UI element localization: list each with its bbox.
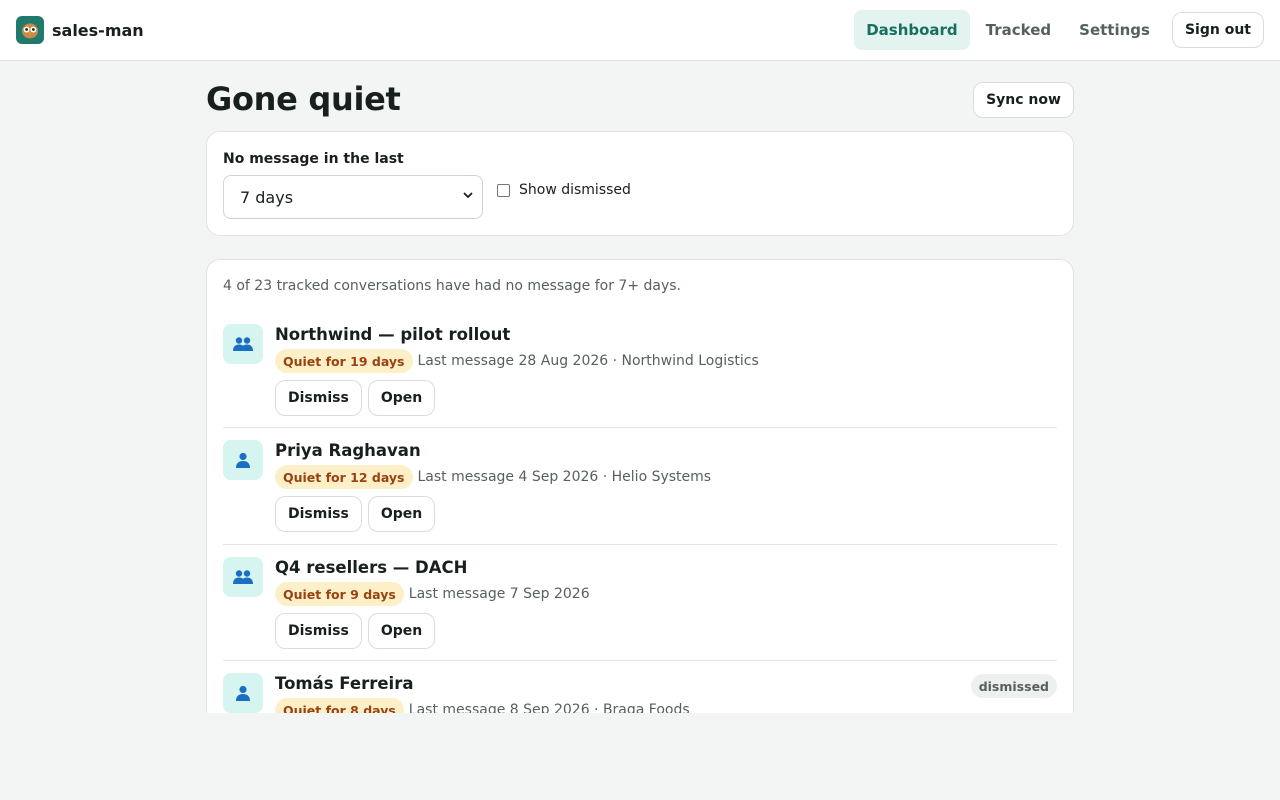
conversation-meta: Quiet for 12 days Last message 4 Sep 202… <box>275 465 711 489</box>
owl-icon <box>16 16 44 44</box>
last-message-text: Last message 28 Aug 2026 · Northwind Log… <box>417 353 759 369</box>
show-dismissed-label: Show dismissed <box>519 182 631 198</box>
row-actions: Dismiss Open <box>275 380 441 416</box>
period-select[interactable]: 7 days <box>223 175 483 219</box>
person-icon <box>223 440 263 480</box>
dismissed-badge: dismissed <box>970 674 1057 698</box>
quiet-badge: Quiet for 8 days <box>275 698 404 713</box>
quiet-badge: Quiet for 9 days <box>275 582 404 606</box>
quiet-badge: Quiet for 19 days <box>275 349 413 373</box>
period-select-value: 7 days <box>240 187 294 207</box>
page-title: Gone quiet <box>206 80 401 118</box>
nav-settings[interactable]: Settings <box>1067 10 1162 50</box>
open-button[interactable]: Open <box>367 496 436 532</box>
list-item: Q4 resellers — DACH Quiet for 9 days Las… <box>223 557 1057 657</box>
conversation-title[interactable]: Tomás Ferreira <box>275 674 413 693</box>
group-icon <box>223 324 263 364</box>
conversation-title[interactable]: Q4 resellers — DACH <box>275 558 467 577</box>
row-divider <box>223 544 1057 545</box>
filter-card: No message in the last 7 days Show dismi… <box>206 131 1074 236</box>
show-dismissed-checkbox[interactable] <box>497 183 510 197</box>
row-actions: Dismiss Open <box>275 613 441 649</box>
group-icon <box>223 557 263 597</box>
brand[interactable]: sales-man <box>16 16 144 44</box>
show-dismissed-toggle[interactable]: Show dismissed <box>497 182 631 198</box>
nav-tracked[interactable]: Tracked <box>974 10 1063 50</box>
row-divider <box>223 427 1057 428</box>
list-item: Priya Raghavan Quiet for 12 days Last me… <box>223 440 1057 540</box>
row-divider <box>223 660 1057 661</box>
conversation-title[interactable]: Northwind — pilot rollout <box>275 325 510 344</box>
sign-out-button[interactable]: Sign out <box>1171 12 1264 48</box>
top-bar: sales-man Dashboard Tracked Settings Sig… <box>0 0 1280 61</box>
open-button[interactable]: Open <box>367 613 436 649</box>
last-message-text: Last message 4 Sep 2026 · Helio Systems <box>417 469 712 485</box>
conversation-title[interactable]: Priya Raghavan <box>275 441 421 460</box>
conversation-meta: Quiet for 8 days Last message 8 Sep 2026… <box>275 698 690 713</box>
conversation-list: 4 of 23 tracked conversations have had n… <box>206 259 1074 713</box>
quiet-badge: Quiet for 12 days <box>275 465 413 489</box>
list-item: Northwind — pilot rollout Quiet for 19 d… <box>223 324 1057 424</box>
dismiss-button[interactable]: Dismiss <box>275 613 362 649</box>
conversation-meta: Quiet for 19 days Last message 28 Aug 20… <box>275 349 759 373</box>
list-summary: 4 of 23 tracked conversations have had n… <box>223 278 682 294</box>
last-message-text: Last message 7 Sep 2026 <box>408 586 590 602</box>
chevron-down-icon <box>463 192 473 198</box>
period-label: No message in the last <box>223 151 404 167</box>
dismiss-button[interactable]: Dismiss <box>275 496 362 532</box>
list-item: Tomás Ferreira dismissed Quiet for 8 day… <box>223 673 1057 713</box>
last-message-text: Last message 8 Sep 2026 · Braga Foods <box>408 702 690 713</box>
person-icon <box>223 673 263 713</box>
nav-dashboard[interactable]: Dashboard <box>854 10 970 50</box>
sync-now-button[interactable]: Sync now <box>973 82 1074 118</box>
app-name: sales-man <box>52 20 144 40</box>
dismiss-button[interactable]: Dismiss <box>275 380 362 416</box>
conversation-meta: Quiet for 9 days Last message 7 Sep 2026 <box>275 582 590 606</box>
open-button[interactable]: Open <box>367 380 436 416</box>
row-actions: Dismiss Open <box>275 496 441 532</box>
main-nav: Dashboard Tracked Settings Sign out <box>854 10 1264 50</box>
